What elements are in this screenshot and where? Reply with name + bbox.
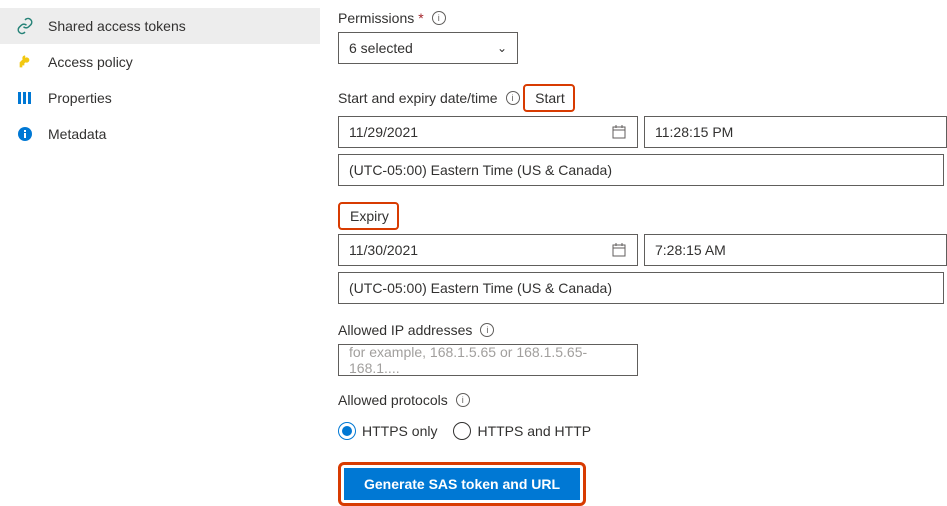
dates-label: Start and expiry date/time i bbox=[338, 90, 520, 106]
radio-icon bbox=[453, 422, 471, 440]
permissions-label: Permissions* i bbox=[338, 10, 446, 26]
info-icon[interactable]: i bbox=[506, 91, 520, 105]
chevron-down-icon: ⌄ bbox=[497, 41, 507, 55]
sidebar-item-properties[interactable]: Properties bbox=[0, 80, 320, 116]
sidebar-item-shared-access-tokens[interactable]: Shared access tokens bbox=[0, 8, 320, 44]
protocol-https-http-radio[interactable]: HTTPS and HTTP bbox=[453, 422, 591, 440]
sidebar-item-label: Metadata bbox=[48, 126, 106, 142]
expiry-date-input[interactable]: 11/30/2021 bbox=[338, 234, 638, 266]
allowed-ip-input[interactable]: for example, 168.1.5.65 or 168.1.5.65-16… bbox=[338, 344, 638, 376]
ip-label: Allowed IP addresses i bbox=[338, 322, 494, 338]
sidebar-item-label: Properties bbox=[48, 90, 112, 106]
info-icon[interactable]: i bbox=[432, 11, 446, 25]
protocol-https-only-radio[interactable]: HTTPS only bbox=[338, 422, 437, 440]
expiry-timezone-select[interactable]: (UTC-05:00) Eastern Time (US & Canada) bbox=[338, 272, 944, 304]
protocols-label: Allowed protocols i bbox=[338, 392, 470, 408]
info-icon[interactable]: i bbox=[480, 323, 494, 337]
calendar-icon bbox=[611, 124, 627, 140]
main-panel: Permissions* i 6 selected ⌄ Start and ex… bbox=[320, 0, 947, 504]
sidebar-item-label: Shared access tokens bbox=[48, 18, 186, 34]
sidebar-item-access-policy[interactable]: Access policy bbox=[0, 44, 320, 80]
permissions-select[interactable]: 6 selected ⌄ bbox=[338, 32, 518, 64]
info-circle-icon bbox=[16, 125, 34, 143]
generate-button-highlight: Generate SAS token and URL bbox=[338, 462, 586, 506]
expiry-label-highlight: Expiry bbox=[338, 202, 399, 230]
expiry-time-input[interactable]: 7:28:15 AM bbox=[644, 234, 947, 266]
start-time-input[interactable]: 11:28:15 PM bbox=[644, 116, 947, 148]
start-label: Start bbox=[535, 90, 565, 106]
permissions-value: 6 selected bbox=[349, 40, 413, 56]
properties-icon bbox=[16, 89, 34, 107]
calendar-icon bbox=[611, 242, 627, 258]
info-icon[interactable]: i bbox=[456, 393, 470, 407]
generate-sas-button[interactable]: Generate SAS token and URL bbox=[344, 468, 580, 500]
link-icon bbox=[16, 17, 34, 35]
expiry-label: Expiry bbox=[350, 208, 389, 224]
start-timezone-select[interactable]: (UTC-05:00) Eastern Time (US & Canada) bbox=[338, 154, 944, 186]
key-icon bbox=[16, 53, 34, 71]
sidebar-item-metadata[interactable]: Metadata bbox=[0, 116, 320, 152]
sidebar: Shared access tokens Access policy Prope… bbox=[0, 0, 320, 504]
start-date-input[interactable]: 11/29/2021 bbox=[338, 116, 638, 148]
start-label-highlight: Start bbox=[523, 84, 575, 112]
sidebar-item-label: Access policy bbox=[48, 54, 133, 70]
radio-checked-icon bbox=[338, 422, 356, 440]
